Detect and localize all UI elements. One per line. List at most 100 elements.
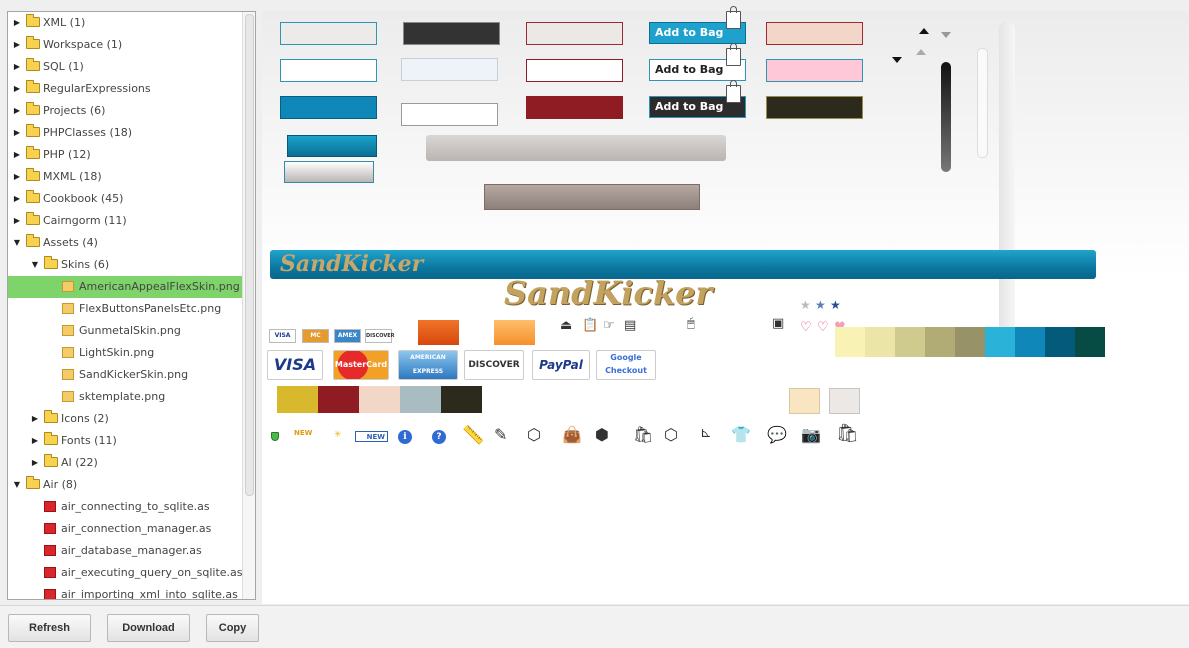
tree-item[interactable]: ▶ Fonts (11): [8, 430, 242, 452]
expand-arrow-icon[interactable]: ▼: [30, 254, 40, 276]
palette-swatch: [441, 386, 482, 413]
info-icon: i: [398, 430, 412, 444]
tree-item[interactable]: air_connection_manager.as: [8, 518, 242, 540]
tree-item-label: AmericanAppealFlexSkin.png: [79, 280, 240, 293]
collapse-arrow-icon[interactable]: ▶: [30, 452, 40, 474]
tree-item[interactable]: GunmetalSkin.png: [8, 320, 242, 342]
tree-item[interactable]: ▶ PHPClasses (18): [8, 122, 242, 144]
new-badge: NEW: [355, 431, 388, 442]
tree-item[interactable]: ▶ Projects (6): [8, 100, 242, 122]
square-ruler-icon: ⊾: [700, 425, 712, 441]
folder-icon: [44, 256, 58, 269]
collapse-arrow-icon[interactable]: ▶: [12, 144, 22, 166]
collapse-arrow-icon[interactable]: ▶: [30, 408, 40, 430]
skin-field-pale: [401, 58, 498, 81]
palette-swatch: [359, 386, 400, 413]
tree-item-label: PHP (12): [43, 148, 91, 161]
tree-item-label: Fonts (11): [61, 434, 117, 447]
collapse-arrow-icon[interactable]: ▶: [12, 34, 22, 56]
palette-swatch: [985, 327, 1015, 357]
folder-icon: [26, 234, 40, 247]
tree-item[interactable]: ▶ Cairngorm (11): [8, 210, 242, 232]
tree-item-label: air_importing_xml_into_sqlite.as: [61, 588, 238, 600]
collapse-arrow-icon[interactable]: ▶: [12, 210, 22, 232]
expand-arrow-icon[interactable]: ▼: [12, 232, 22, 254]
collapse-arrow-icon[interactable]: ▶: [30, 430, 40, 452]
collapse-arrow-icon[interactable]: ▶: [12, 78, 22, 100]
shopping-bag-icon: 🛍: [836, 423, 859, 444]
tree-item[interactable]: LightSkin.png: [8, 342, 242, 364]
palette-swatch: [1075, 327, 1105, 357]
tree-item[interactable]: ▼ Air (8): [8, 474, 242, 496]
palette-swatch: [865, 327, 895, 357]
tree-item[interactable]: ▶ RegularExpressions: [8, 78, 242, 100]
tree-item[interactable]: ▼ Skins (6): [8, 254, 242, 276]
tree-item[interactable]: ▶ XML (1): [8, 12, 242, 34]
collapse-arrow-icon[interactable]: ▶: [12, 12, 22, 34]
tree-item-label: SandKickerSkin.png: [79, 368, 189, 381]
tree-item[interactable]: ▶ Icons (2): [8, 408, 242, 430]
palette-swatch: [925, 327, 955, 357]
collapse-arrow-icon[interactable]: ▶: [12, 56, 22, 78]
sun-icon: ✳: [334, 430, 342, 440]
expand-arrow-icon[interactable]: ▼: [12, 474, 22, 496]
collapse-arrow-icon[interactable]: ▶: [12, 100, 22, 122]
tree-item[interactable]: ▶ Workspace (1): [8, 34, 242, 56]
tree-item-label: AI (22): [61, 456, 98, 469]
tree-item-label: air_executing_query_on_sqlite.as: [61, 566, 243, 579]
arrow-down-icon: [892, 57, 902, 63]
mastercard-card: MasterCard: [333, 350, 389, 380]
skin-button-blue: [287, 135, 377, 157]
png-file-icon: [62, 303, 74, 314]
image-preview: Add to Bag Add to Bag Add to Bag SandKic…: [262, 6, 1189, 604]
refresh-button[interactable]: Refresh: [8, 614, 91, 642]
tree-item[interactable]: sktemplate.png: [8, 386, 242, 408]
paypal-card: PayPal: [532, 350, 590, 380]
add-to-bag-label: Add to Bag: [655, 100, 724, 113]
copy-button[interactable]: Copy: [206, 614, 259, 642]
tree-item[interactable]: air_database_manager.as: [8, 540, 242, 562]
tree-item-label: sktemplate.png: [79, 390, 166, 403]
tree-item[interactable]: ▼ Assets (4): [8, 232, 242, 254]
tree-item[interactable]: ▶ MXML (18): [8, 166, 242, 188]
folder-icon: [26, 58, 40, 71]
tree-item[interactable]: ▶ Cookbook (45): [8, 188, 242, 210]
collapse-arrow-icon[interactable]: ▶: [12, 166, 22, 188]
bag-icon: 👜: [562, 425, 582, 444]
download-button[interactable]: Download: [107, 614, 190, 642]
brand-logo: SandKicker: [504, 274, 713, 312]
tree-item[interactable]: AmericanAppealFlexSkin.png: [8, 276, 242, 298]
add-to-bag-label: Add to Bag: [655, 63, 724, 76]
discover-card-small: DISCOVER: [365, 329, 395, 343]
tree-scrollbar-thumb[interactable]: [245, 14, 254, 496]
file-tree-panel[interactable]: ▶ XML (1) ▶ Workspace (1) ▶ SQL (1) ▶ RegularEx…: [7, 11, 256, 600]
skin-field-light: [280, 22, 377, 45]
camera-icon: 📷: [801, 425, 821, 444]
add-to-bag-blue: Add to Bag: [649, 6, 746, 44]
arrow-up-icon: [916, 49, 926, 55]
grey-swatch: [829, 388, 860, 414]
tree-scrollbar[interactable]: [242, 12, 255, 599]
mouse-icon: 🖱: [687, 316, 695, 331]
tree-item[interactable]: ▶ SQL (1): [8, 56, 242, 78]
tree-item-label: FlexButtonsPanelsEtc.png: [79, 302, 222, 315]
add-to-bag-label: Add to Bag: [655, 26, 724, 39]
shopping-bag-icon: [726, 43, 741, 66]
collapse-arrow-icon[interactable]: ▶: [12, 188, 22, 210]
folder-icon: [44, 454, 58, 467]
collapse-arrow-icon[interactable]: ▶: [12, 122, 22, 144]
tree-item[interactable]: ▶ PHP (12): [8, 144, 242, 166]
tree-item[interactable]: air_executing_query_on_sqlite.as: [8, 562, 243, 584]
tree-item-label: GunmetalSkin.png: [79, 324, 181, 337]
tree-item-label: MXML (18): [43, 170, 102, 183]
folder-icon: [26, 102, 40, 115]
tree-item[interactable]: air_importing_xml_into_sqlite.as: [8, 584, 242, 600]
tree-item-label: air_connecting_to_sqlite.as: [61, 500, 210, 513]
tree-item[interactable]: FlexButtonsPanelsEtc.png: [8, 298, 242, 320]
tree-item[interactable]: ▶ AI (22): [8, 452, 242, 474]
tree-item[interactable]: air_connecting_to_sqlite.as: [8, 496, 242, 518]
tree-item-label: Skins (6): [61, 258, 110, 271]
tree-item-label: RegularExpressions: [43, 82, 151, 95]
tree-item[interactable]: SandKickerSkin.png: [8, 364, 242, 386]
folder-icon: [26, 168, 40, 181]
